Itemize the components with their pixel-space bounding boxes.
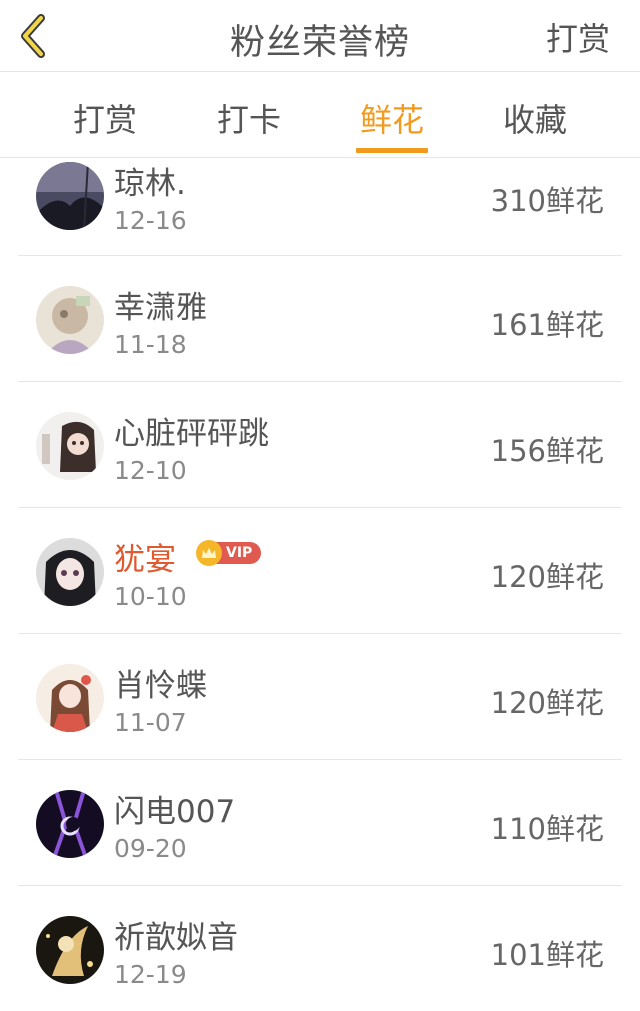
tab-favorites[interactable]: 收藏 — [475, 95, 595, 141]
list-item[interactable]: 犹宴 VIP 10-10 120鲜花 — [18, 508, 622, 634]
list-item[interactable]: 闪电007 09-20 110鲜花 — [18, 760, 622, 886]
date: 09-20 — [114, 834, 187, 863]
list-item[interactable]: 祈歆姒音 12-19 101鲜花 — [18, 886, 622, 1011]
avatar — [36, 916, 104, 984]
flower-count: 161鲜花 — [490, 308, 604, 342]
avatar — [36, 412, 104, 480]
tab-flowers[interactable]: 鲜花 — [332, 95, 452, 141]
flower-count: 120鲜花 — [490, 686, 604, 720]
reward-button[interactable]: 打赏 — [546, 14, 610, 60]
user-name: 琼林. — [114, 166, 186, 202]
user-name: 心脏砰砰跳 — [114, 416, 269, 452]
flower-count: 110鲜花 — [490, 812, 604, 846]
user-name: 肖怜蝶 — [114, 668, 207, 704]
flower-count: 310鲜花 — [490, 184, 604, 218]
flower-count: 120鲜花 — [490, 560, 604, 594]
tab-reward[interactable]: 打赏 — [45, 95, 165, 141]
flower-count: 101鲜花 — [490, 938, 604, 972]
avatar — [36, 790, 104, 858]
date: 10-10 — [114, 582, 187, 611]
avatar-image — [36, 538, 104, 606]
tab-checkin[interactable]: 打卡 — [189, 95, 309, 141]
active-tab-indicator — [356, 148, 428, 153]
date: 12-16 — [114, 206, 187, 235]
date: 12-10 — [114, 456, 187, 485]
list-item[interactable]: 肖怜蝶 11-07 120鲜花 — [18, 634, 622, 760]
avatar-image — [36, 916, 104, 984]
user-name: 犹宴 — [114, 542, 176, 578]
avatar-image — [36, 664, 104, 732]
date: 12-19 — [114, 960, 187, 989]
list-item[interactable]: 幸潇雅 11-18 161鲜花 — [18, 256, 622, 382]
flower-count: 156鲜花 — [490, 434, 604, 468]
avatar-image — [36, 412, 104, 480]
ranking-list: 琼林. 12-16 310鲜花 幸潇雅 11-18 161鲜花 心脏砰砰跳 12… — [0, 158, 640, 1011]
page-title: 粉丝荣誉榜 — [229, 23, 410, 63]
avatar — [36, 538, 104, 606]
avatar — [36, 664, 104, 732]
date: 11-07 — [114, 708, 187, 737]
list-item[interactable]: 琼林. 12-16 310鲜花 — [18, 158, 622, 256]
vip-badge: VIP — [196, 540, 262, 566]
list-item[interactable]: 心脏砰砰跳 12-10 156鲜花 — [18, 382, 622, 508]
avatar-image — [36, 790, 104, 858]
crown-icon — [196, 540, 222, 566]
user-name: 幸潇雅 — [114, 290, 207, 326]
top-bar: 粉丝荣誉榜 打赏 — [0, 0, 640, 72]
date: 11-18 — [114, 330, 187, 359]
user-name: 祈歆姒音 — [114, 920, 238, 956]
avatar-image — [36, 286, 104, 354]
avatar — [36, 286, 104, 354]
user-name: 闪电007 — [114, 794, 236, 830]
avatar — [36, 162, 104, 230]
avatar-image — [36, 162, 104, 230]
tab-bar: 打赏 打卡 鲜花 收藏 — [0, 73, 640, 158]
